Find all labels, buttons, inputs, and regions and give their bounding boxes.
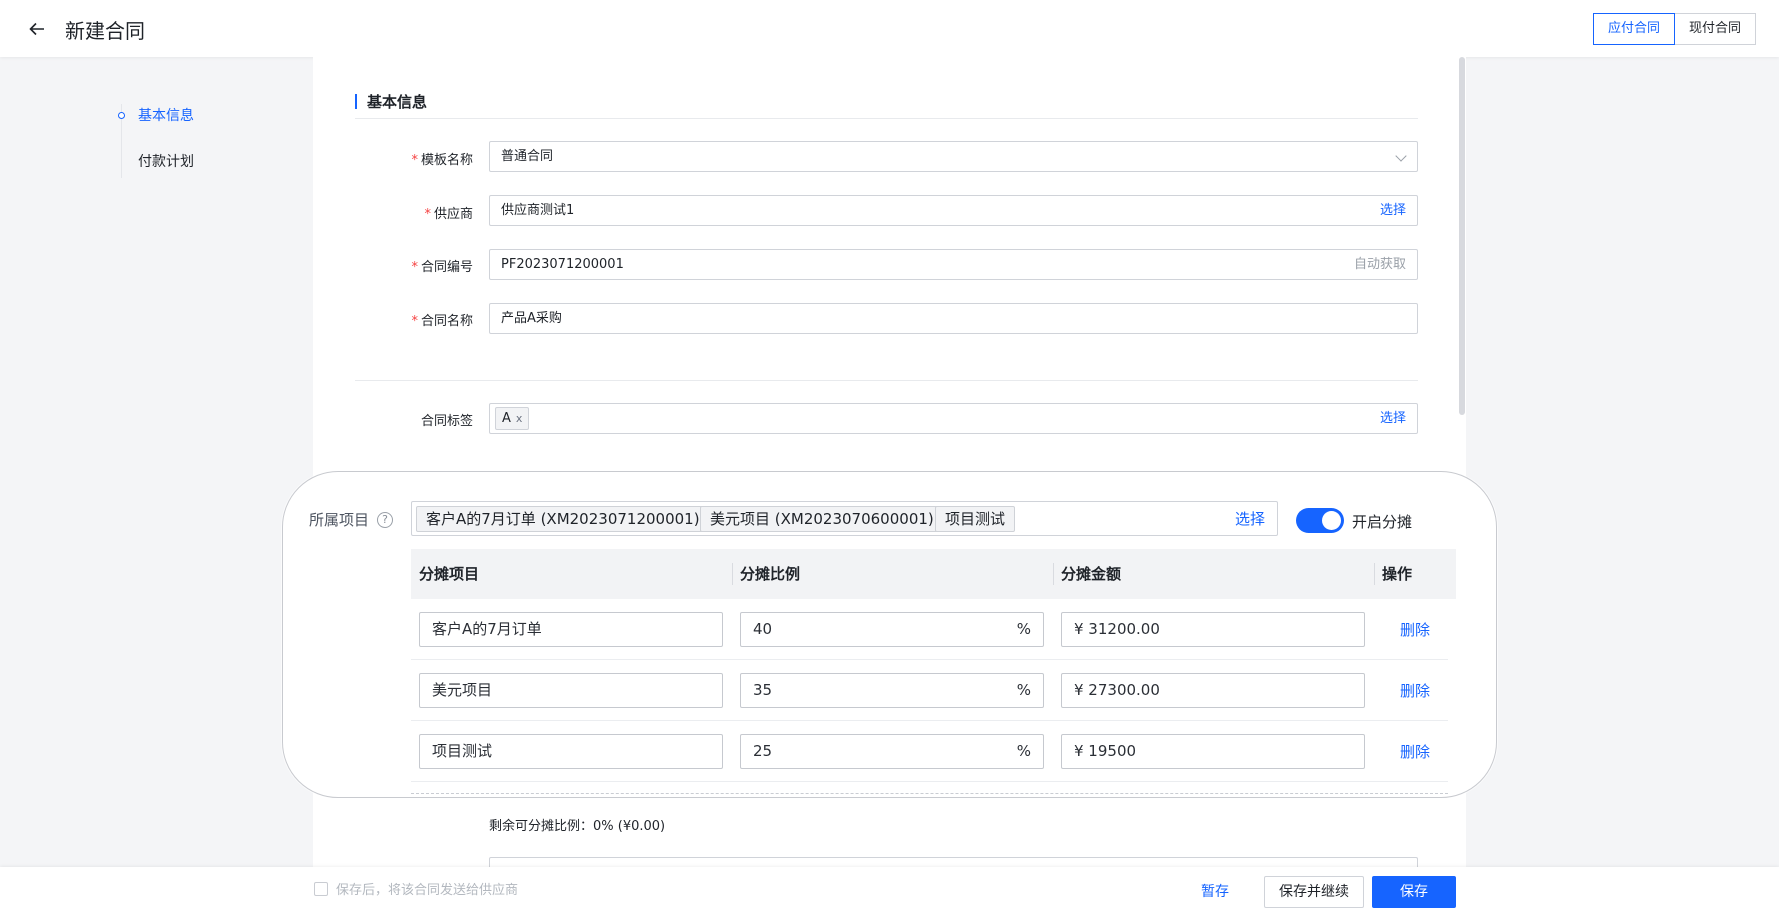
tags-select-button[interactable]: 选择 [1380,404,1406,433]
contract-no-value: PF2023071200001 [501,257,624,272]
allocation-amount-input[interactable]: ¥ 31200.00 [1061,612,1365,647]
tags-label: 合同标签 [420,414,473,429]
table-header: 分摊项目 分摊比例 分摊金额 操作 [411,549,1456,599]
anchor-nav: 基本信息 付款计划 [118,104,194,196]
nav-item-basic-info[interactable]: 基本信息 [118,104,194,150]
supplier-select-button[interactable]: 选择 [1380,196,1406,225]
remaining-ratio-text: 剩余可分摊比例：0% (¥0.00) [489,819,666,834]
section-divider [355,118,1418,119]
nav-item-label: 基本信息 [138,108,194,124]
section-divider [355,380,1418,381]
project-chip: 美元项目 (XM2023070600001) [700,506,944,532]
contract-no-field[interactable]: PF2023071200001 自动获取 [489,249,1418,280]
column-header: 分摊项目 [419,565,480,583]
nav-item-payment-plan[interactable]: 付款计划 [121,150,194,196]
help-icon[interactable]: ? [377,511,394,528]
contract-name-label: * 合同名称 [411,314,473,329]
remove-tag-icon[interactable]: x [516,412,523,425]
template-label: * 模板名称 [411,153,473,168]
template-value: 普通合同 [501,149,554,164]
supplier-value: 供应商测试1 [501,203,575,218]
draft-button[interactable]: 暂存 [1186,876,1244,908]
page-title: 新建合同 [65,19,145,43]
delete-row-button[interactable]: 删除 [1400,619,1430,640]
auto-fetch-button[interactable]: 自动获取 [1354,250,1406,279]
toggle-knob [1322,511,1341,530]
allocation-ratio-input[interactable]: 40% [740,612,1044,647]
project-select-button[interactable]: 选择 [1235,508,1265,529]
nav-item-label: 付款计划 [138,154,194,170]
supplier-field[interactable]: 供应商测试1 选择 [489,195,1418,226]
send-checkbox-label: 保存后，将该合同发送给供应商 [336,883,519,898]
contract-no-label: * 合同编号 [411,260,473,275]
delete-row-button[interactable]: 删除 [1400,680,1430,701]
table-row: 客户A的7月订单 40% ¥ 31200.00 删除 [411,599,1448,660]
required-mark: * [411,153,418,168]
tab-payable-contract[interactable]: 应付合同 [1592,13,1675,45]
save-button[interactable]: 保存 [1372,876,1456,908]
project-chip: 项目测试 [935,506,1016,532]
required-mark: * [411,314,418,329]
table-row: 美元项目 35% ¥ 27300.00 删除 [411,660,1448,721]
save-continue-button[interactable]: 保存并继续 [1264,876,1364,908]
active-dot-icon [118,112,125,119]
allocation-project-input[interactable]: 美元项目 [419,673,723,708]
project-label: 所属项目 ? [309,509,394,530]
allocation-toggle-label: 开启分摊 [1352,513,1413,531]
required-mark: * [424,207,431,222]
template-select[interactable]: 普通合同 [489,141,1418,172]
percent-unit: % [1016,620,1031,638]
contract-name-field[interactable]: 产品A采购 [489,303,1418,334]
column-header: 分摊比例 [732,549,1053,599]
column-header: 操作 [1374,549,1456,599]
allocation-ratio-input[interactable]: 25% [740,734,1044,769]
tags-field[interactable]: Ax 选择 [489,403,1418,434]
contract-type-switch: 应付合同 现付合同 [1592,13,1756,45]
scrollbar[interactable] [1459,57,1465,415]
allocation-amount-input[interactable]: ¥ 27300.00 [1061,673,1365,708]
app-header: 新建合同 应付合同 现付合同 [0,0,1779,57]
project-chip: 客户A的7月订单 (XM2023071200001) [416,506,710,532]
table-row: 项目测试 25% ¥ 19500 删除 [411,721,1448,782]
back-arrow-icon[interactable] [26,18,48,40]
allocation-toggle[interactable] [1296,508,1344,533]
table-bottom-divider [411,793,1448,794]
allocation-amount-input[interactable]: ¥ 19500 [1061,734,1365,769]
allocation-project-input[interactable]: 客户A的7月订单 [419,612,723,647]
delete-row-button[interactable]: 删除 [1400,741,1430,762]
allocation-project-input[interactable]: 项目测试 [419,734,723,769]
tag-chip: Ax [495,407,530,430]
percent-unit: % [1016,681,1031,699]
tab-prepaid-contract[interactable]: 现付合同 [1673,13,1756,45]
send-checkbox[interactable] [314,881,328,896]
footer-bar [0,867,1779,917]
chevron-down-icon [1395,150,1407,162]
send-to-supplier-option[interactable]: 保存后，将该合同发送给供应商 [314,879,518,898]
column-header: 分摊金额 [1053,549,1374,599]
allocation-ratio-input[interactable]: 35% [740,673,1044,708]
contract-name-value: 产品A采购 [501,311,562,326]
project-field[interactable]: 客户A的7月订单 (XM2023071200001) 美元项目 (XM20230… [411,501,1278,536]
allocation-table: 分摊项目 分摊比例 分摊金额 操作 客户A的7月订单 40% ¥ 31200.0… [411,549,1456,782]
supplier-label: * 供应商 [424,207,473,222]
section-title: 基本信息 [355,92,427,112]
required-mark: * [411,260,418,275]
percent-unit: % [1016,742,1031,760]
